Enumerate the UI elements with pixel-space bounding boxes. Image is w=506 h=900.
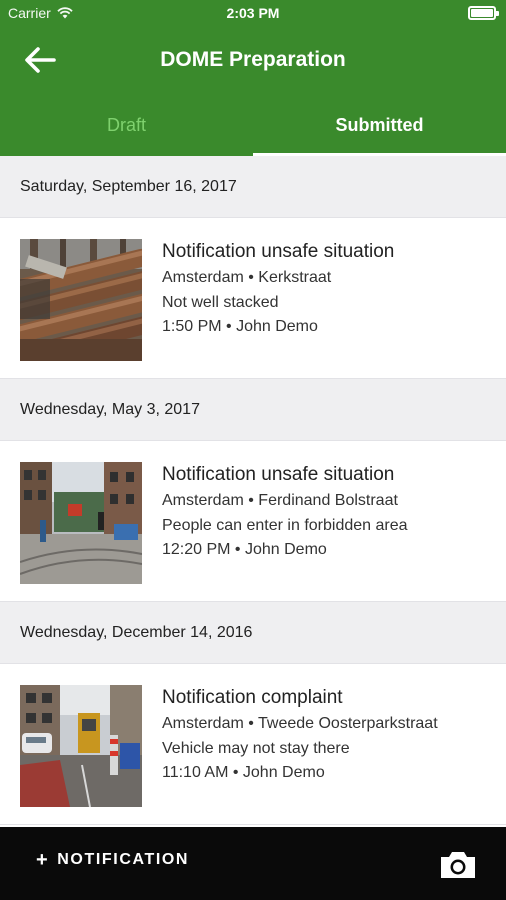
notification-list[interactable]: Saturday, September 16, 2017 Notificatio…	[0, 156, 506, 827]
app-bar: DOME Preparation	[0, 28, 506, 92]
list-item[interactable]: Notification unsafe situation Amsterdam …	[0, 218, 506, 379]
street-tram-photo	[20, 462, 142, 584]
section-date-header: Saturday, September 16, 2017	[0, 156, 506, 218]
item-info: Notification unsafe situation Amsterdam …	[162, 463, 496, 563]
camera-icon	[441, 852, 475, 878]
status-bar: Carrier 2:03 PM	[0, 0, 506, 28]
section-date-header: Wednesday, May 3, 2017	[0, 379, 506, 441]
item-location: Amsterdam • Ferdinand Bolstraat	[162, 492, 398, 509]
add-notification-button[interactable]: + NOTIFICATION	[36, 849, 190, 871]
item-description: People can enter in forbidden area	[162, 516, 408, 534]
item-title: Notification unsafe situation	[162, 464, 395, 485]
status-time: 2:03 PM	[226, 5, 280, 21]
tab-submitted[interactable]: Submitted	[253, 92, 506, 156]
tab-bar: Draft Submitted	[0, 92, 506, 156]
section-date-header: Wednesday, December 14, 2016	[0, 602, 506, 664]
camera-button[interactable]	[438, 849, 478, 881]
item-title: Notification complaint	[162, 687, 343, 708]
add-notification-label: NOTIFICATION	[57, 851, 190, 868]
list-item[interactable]: Notification complaint Amsterdam • Tweed…	[0, 664, 506, 825]
battery-icon	[468, 6, 499, 20]
item-meta: 11:10 AM • John Demo	[162, 764, 325, 781]
item-description: Not well stacked	[162, 293, 279, 311]
stacked-pipes-photo	[20, 239, 142, 361]
item-info: Notification complaint Amsterdam • Tweed…	[162, 686, 496, 786]
item-title: Notification unsafe situation	[162, 241, 395, 262]
tab-draft[interactable]: Draft	[0, 92, 253, 156]
list-item[interactable]: Notification unsafe situation Amsterdam …	[0, 441, 506, 602]
item-meta: 12:20 PM • John Demo	[162, 541, 327, 558]
street-vehicle-photo	[20, 685, 142, 807]
item-description: Vehicle may not stay there	[162, 739, 350, 757]
page-title: DOME Preparation	[160, 48, 346, 71]
item-location: Amsterdam • Tweede Oosterparkstraat	[162, 715, 438, 732]
bottom-bar: + NOTIFICATION	[0, 827, 506, 900]
item-meta: 1:50 PM • John Demo	[162, 318, 318, 335]
item-info: Notification unsafe situation Amsterdam …	[162, 240, 496, 340]
item-location: Amsterdam • Kerkstraat	[162, 269, 332, 286]
plus-icon: +	[36, 849, 50, 871]
